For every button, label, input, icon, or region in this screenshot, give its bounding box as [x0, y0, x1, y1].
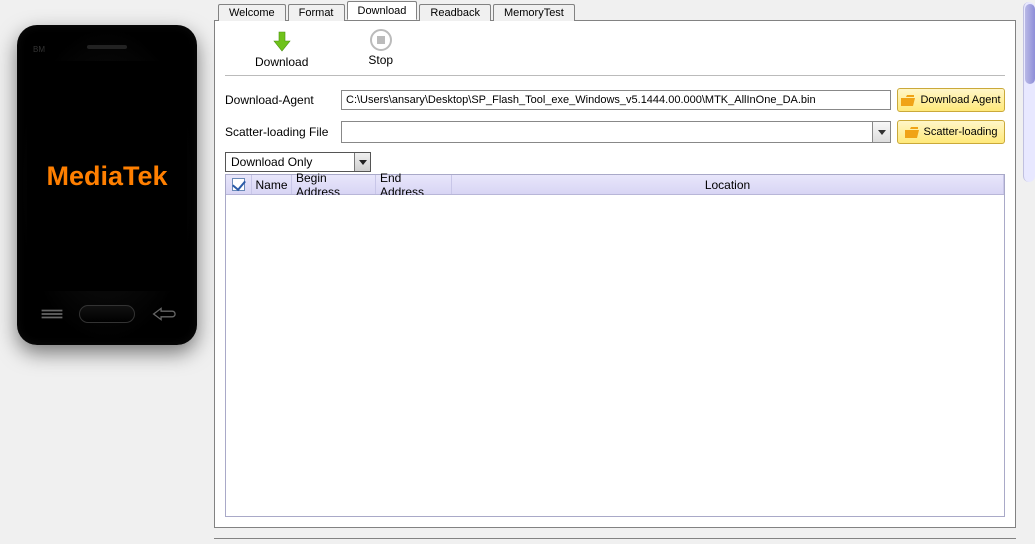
- header-checkbox-cell[interactable]: [226, 175, 252, 194]
- chevron-down-icon: [354, 153, 370, 171]
- stop-button[interactable]: Stop: [368, 29, 393, 69]
- menu-hw-button-icon: [37, 309, 67, 319]
- download-button[interactable]: Download: [255, 29, 308, 69]
- header-end-address[interactable]: End Address: [376, 175, 452, 194]
- device-preview-panel: BM MediaTek: [0, 0, 214, 544]
- chevron-down-icon: [872, 122, 890, 142]
- folder-icon: [901, 95, 915, 106]
- scatter-label: Scatter-loading File: [225, 125, 335, 139]
- tab-format[interactable]: Format: [288, 4, 345, 21]
- bm-label: BM: [33, 45, 45, 54]
- header-begin-address[interactable]: Begin Address: [292, 175, 376, 194]
- mediatek-logo: MediaTek: [46, 161, 167, 192]
- status-bar-edge: [214, 538, 1016, 542]
- vertical-scrollbar[interactable]: [1023, 2, 1035, 182]
- download-agent-browse-label: Download Agent: [920, 94, 1000, 106]
- home-hw-button-icon: [79, 305, 135, 323]
- tab-download[interactable]: Download: [347, 1, 418, 20]
- download-button-label: Download: [255, 55, 308, 69]
- scatter-file-value: [342, 122, 346, 136]
- tab-welcome[interactable]: Welcome: [218, 4, 286, 21]
- select-all-checkbox[interactable]: [232, 178, 245, 191]
- main-area: Welcome Format Download Readback MemoryT…: [214, 0, 1035, 544]
- stop-icon: [370, 29, 392, 51]
- scrollbar-thumb[interactable]: [1025, 4, 1035, 84]
- scatter-file-combo[interactable]: [341, 121, 891, 143]
- phone-buttons: [25, 291, 189, 337]
- scatter-browse-label: Scatter-loading: [924, 126, 998, 138]
- tab-bar: Welcome Format Download Readback MemoryT…: [214, 0, 1021, 20]
- download-mode-value: Download Only: [228, 155, 312, 169]
- partition-table: Name Begin Address End Address Location: [225, 174, 1005, 517]
- download-agent-browse-button[interactable]: Download Agent: [897, 88, 1005, 112]
- download-mode-select[interactable]: Download Only: [225, 152, 371, 172]
- phone-screen: MediaTek: [27, 61, 187, 291]
- back-hw-button-icon: [147, 307, 177, 321]
- download-agent-input[interactable]: [341, 90, 891, 110]
- header-name[interactable]: Name: [252, 175, 292, 194]
- tab-memorytest[interactable]: MemoryTest: [493, 4, 575, 21]
- download-agent-label: Download-Agent: [225, 93, 335, 107]
- arrow-down-icon: [270, 29, 294, 53]
- download-tab-content: Download Stop Download-Agent Download Ag…: [214, 20, 1016, 528]
- toolbar: Download Stop: [225, 25, 1005, 76]
- header-location[interactable]: Location: [452, 175, 1004, 194]
- folder-icon: [905, 127, 919, 138]
- phone-speaker: [87, 45, 127, 49]
- phone-top: [25, 33, 189, 61]
- tab-readback[interactable]: Readback: [419, 4, 491, 21]
- table-header: Name Begin Address End Address Location: [226, 175, 1004, 195]
- phone-mockup: BM MediaTek: [17, 25, 197, 345]
- table-body: [226, 195, 1004, 516]
- scatter-browse-button[interactable]: Scatter-loading: [897, 120, 1005, 144]
- stop-button-label: Stop: [368, 53, 393, 67]
